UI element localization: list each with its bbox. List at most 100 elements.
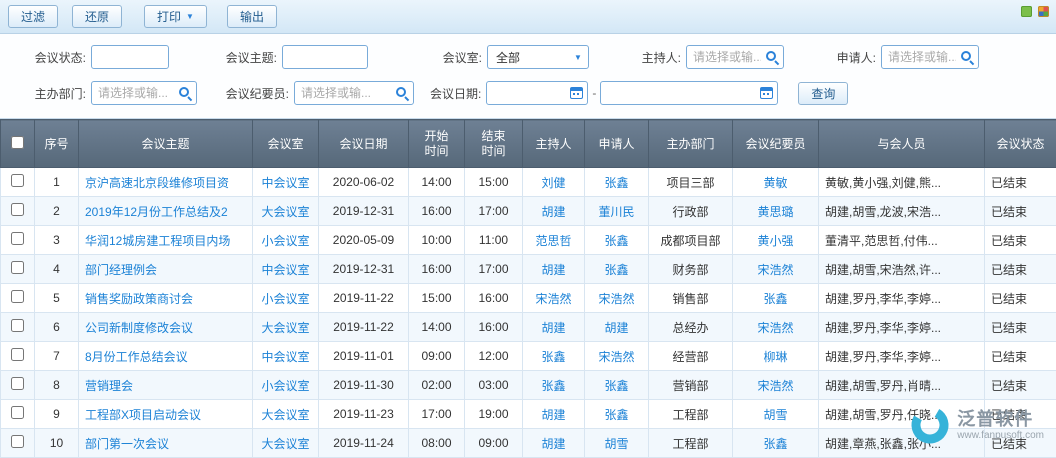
topic-link[interactable]: 8月份工作总结会议 (85, 350, 188, 364)
recorder-link[interactable]: 张鑫 (763, 437, 787, 451)
row-checkbox[interactable] (11, 406, 24, 419)
recorder-link[interactable]: 宋浩然 (757, 379, 793, 393)
applicant-link[interactable]: 胡雪 (604, 437, 628, 451)
row-checkbox[interactable] (11, 203, 24, 216)
room-link[interactable]: 中会议室 (261, 176, 309, 190)
room-link[interactable]: 小会议室 (261, 379, 309, 393)
recorder-link[interactable]: 胡雪 (763, 408, 787, 422)
host-link[interactable]: 胡建 (541, 205, 565, 219)
recorder-link[interactable]: 黄思璐 (757, 205, 793, 219)
topic-link[interactable]: 部门经理例会 (85, 263, 157, 277)
room-link[interactable]: 大会议室 (261, 437, 309, 451)
topic-link[interactable]: 工程部X项目启动会议 (85, 408, 201, 422)
topic-link[interactable]: 销售奖励政策商讨会 (85, 292, 193, 306)
topic-link[interactable]: 2019年12月份工作总结及2 (85, 205, 228, 219)
row-checkbox[interactable] (11, 319, 24, 332)
room-link[interactable]: 大会议室 (261, 408, 309, 422)
host-link[interactable]: 宋浩然 (535, 292, 571, 306)
cell-recorder: 宋浩然 (733, 313, 819, 342)
recorder-link[interactable]: 张鑫 (763, 292, 787, 306)
host-link[interactable]: 胡建 (541, 263, 565, 277)
print-button[interactable]: 打印 ▼ (144, 5, 207, 28)
cell-topic: 公司新制度修改会议 (79, 313, 253, 342)
cell-dept: 经营部 (649, 342, 733, 371)
recorder-link[interactable]: 黄敏 (763, 176, 787, 190)
applicant-link[interactable]: 张鑫 (604, 379, 628, 393)
column-header[interactable]: 会议主题 (79, 120, 253, 168)
restore-button[interactable]: 还原 (72, 5, 122, 28)
meeting-date-end-input[interactable] (600, 81, 778, 105)
host-link[interactable]: 胡建 (541, 408, 565, 422)
search-icon[interactable] (960, 50, 974, 64)
recorder-link[interactable]: 宋浩然 (757, 263, 793, 277)
recorder-link[interactable]: 宋浩然 (757, 321, 793, 335)
column-header[interactable]: 会议室 (253, 120, 319, 168)
column-header[interactable]: 开始时间 (409, 120, 465, 168)
column-header[interactable]: 主办部门 (649, 120, 733, 168)
query-button[interactable]: 查询 (798, 82, 848, 105)
topic-link[interactable]: 公司新制度修改会议 (85, 321, 193, 335)
row-checkbox[interactable] (11, 232, 24, 245)
topic-link[interactable]: 营销理会 (85, 379, 133, 393)
column-header[interactable]: 会议状态 (985, 120, 1056, 168)
search-icon[interactable] (178, 86, 192, 100)
topic-link[interactable]: 京沪高速北京段维修项目资 (85, 176, 229, 190)
row-checkbox[interactable] (11, 290, 24, 303)
room-link[interactable]: 中会议室 (261, 263, 309, 277)
topic-link[interactable]: 部门第一次会议 (85, 437, 169, 451)
apps-grid-icon[interactable] (1038, 6, 1049, 17)
room-link[interactable]: 大会议室 (261, 321, 309, 335)
row-checkbox[interactable] (11, 435, 24, 448)
host-link[interactable]: 张鑫 (541, 379, 565, 393)
applicant-link[interactable]: 胡建 (604, 321, 628, 335)
host-link[interactable]: 张鑫 (541, 350, 565, 364)
applicant-link[interactable]: 宋浩然 (598, 292, 634, 306)
cell-dept: 财务部 (649, 255, 733, 284)
cell-dept: 工程部 (649, 400, 733, 429)
table-row: 4部门经理例会中会议室2019-12-3116:0017:00胡建张鑫财务部宋浩… (1, 255, 1056, 284)
applicant-link[interactable]: 张鑫 (604, 176, 628, 190)
cell-applicant: 张鑫 (585, 371, 649, 400)
host-link[interactable]: 胡建 (541, 437, 565, 451)
room-link[interactable]: 小会议室 (261, 292, 309, 306)
calendar-icon[interactable] (570, 87, 583, 99)
host-link[interactable]: 胡建 (541, 321, 565, 335)
host-link[interactable]: 范思哲 (535, 234, 571, 248)
meeting-status-input[interactable] (91, 45, 169, 69)
column-header[interactable]: 申请人 (585, 120, 649, 168)
room-link[interactable]: 大会议室 (261, 205, 309, 219)
column-header[interactable]: 与会人员 (819, 120, 985, 168)
search-icon[interactable] (765, 50, 779, 64)
topic-link[interactable]: 华润12城房建工程项目内场 (85, 234, 230, 248)
cell-date: 2019-11-01 (319, 342, 409, 371)
recorder-link[interactable]: 柳琳 (763, 350, 787, 364)
select-all-checkbox[interactable] (11, 136, 24, 149)
applicant-link[interactable]: 董川民 (598, 205, 634, 219)
meeting-topic-input[interactable] (282, 45, 368, 69)
applicant-link[interactable]: 张鑫 (604, 234, 628, 248)
host-link[interactable]: 刘健 (541, 176, 565, 190)
meeting-room-select[interactable]: 全部 ▼ (487, 45, 589, 69)
calendar-icon[interactable] (760, 87, 773, 99)
theme-icon[interactable] (1021, 6, 1032, 17)
room-link[interactable]: 中会议室 (261, 350, 309, 364)
recorder-link[interactable]: 黄小强 (757, 234, 793, 248)
column-header[interactable]: 主持人 (523, 120, 585, 168)
column-header[interactable]: 结束时间 (465, 120, 523, 168)
output-button[interactable]: 输出 (227, 5, 277, 28)
applicant-link[interactable]: 张鑫 (604, 263, 628, 277)
row-checkbox[interactable] (11, 377, 24, 390)
row-checkbox[interactable] (11, 348, 24, 361)
column-header[interactable]: 会议日期 (319, 120, 409, 168)
column-header[interactable]: 序号 (35, 120, 79, 168)
applicant-link[interactable]: 张鑫 (604, 408, 628, 422)
table-row: 6公司新制度修改会议大会议室2019-11-2214:0016:00胡建胡建总经… (1, 313, 1056, 342)
row-checkbox[interactable] (11, 174, 24, 187)
column-header[interactable]: 会议纪要员 (733, 120, 819, 168)
search-icon[interactable] (395, 86, 409, 100)
applicant-link[interactable]: 宋浩然 (598, 350, 634, 364)
room-link[interactable]: 小会议室 (261, 234, 309, 248)
filter-button[interactable]: 过滤 (8, 5, 58, 28)
table-row: 8营销理会小会议室2019-11-3002:0003:00张鑫张鑫营销部宋浩然胡… (1, 371, 1056, 400)
row-checkbox[interactable] (11, 261, 24, 274)
